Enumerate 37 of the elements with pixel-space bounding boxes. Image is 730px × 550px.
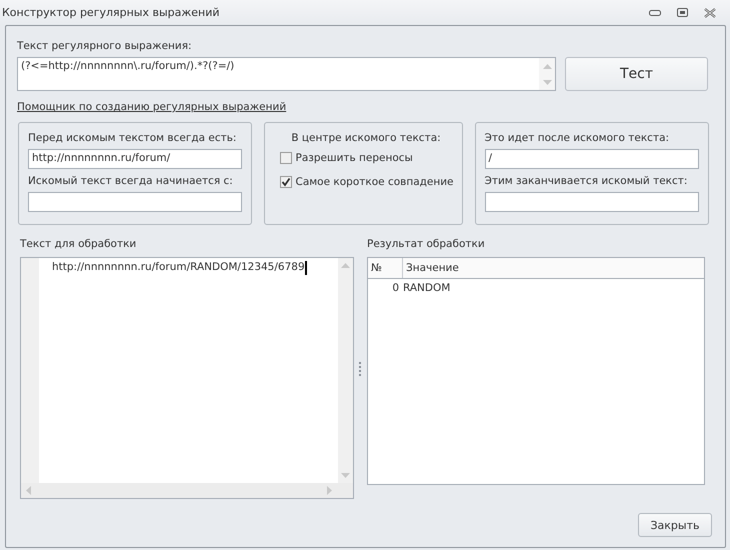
maximize-icon[interactable] [677, 8, 688, 17]
helper-link[interactable]: Помощник по созданию регулярных выражений [17, 101, 286, 113]
text-field[interactable] [28, 192, 242, 212]
input-text-label: Текст для обработки [20, 238, 138, 250]
checkbox-label: Самое короткое совпадение [296, 176, 454, 188]
scroll-up-icon[interactable] [542, 64, 552, 68]
scroll-down-icon[interactable] [341, 473, 350, 478]
field-label: Перед искомым текстом всегда есть: [28, 132, 238, 144]
field-label: Искомый текст всегда начинается с: [28, 175, 234, 187]
checkbox-label: Разрешить переносы [296, 152, 413, 164]
regex-field[interactable]: (?<=http://nnnnnnnn\.ru/forum/).*?(?=/) [17, 57, 556, 91]
scroll-down-icon[interactable] [542, 80, 552, 84]
group-title: В центре искомого текста: [290, 132, 442, 144]
text-field[interactable]: / [484, 149, 699, 169]
table-cell: RANDOM [402, 282, 450, 294]
regex-value: (?<=http://nnnnnnnn\.ru/forum/).*?(?=/) [20, 59, 236, 74]
checkbox[interactable] [280, 176, 292, 188]
results-label: Результат обработки [367, 238, 486, 250]
checkbox[interactable] [280, 152, 292, 164]
scroll-left-icon[interactable] [26, 486, 31, 495]
scroll-right-icon[interactable] [327, 486, 332, 495]
text-field[interactable]: http://nnnnnnnn.ru/forum/ [28, 149, 242, 169]
column-header[interactable]: № [368, 258, 403, 278]
field-label: Этим заканчивается искомый текст: [484, 175, 688, 187]
field-label: Это идет после искомого текста: [484, 132, 670, 144]
window-title: Конструктор регулярных выражений [2, 6, 220, 19]
close-button[interactable]: Закрыть [638, 513, 712, 537]
close-icon[interactable] [704, 8, 716, 18]
column-header[interactable]: Значение [403, 258, 459, 278]
test-button[interactable]: Тест [565, 57, 708, 91]
scroll-up-icon[interactable] [341, 263, 350, 268]
table-cell-text: 0 [391, 282, 400, 294]
regex-label: Текст регулярного выражения: [17, 40, 193, 52]
editor-text: http://nnnnnnnn.ru/forum/RANDOM/12345/6789 [52, 261, 305, 273]
minimize-icon[interactable] [649, 10, 661, 16]
text-editor[interactable]: http://nnnnnnnn.ru/forum/RANDOM/12345/6789 [20, 257, 354, 499]
text-field[interactable] [484, 192, 699, 212]
